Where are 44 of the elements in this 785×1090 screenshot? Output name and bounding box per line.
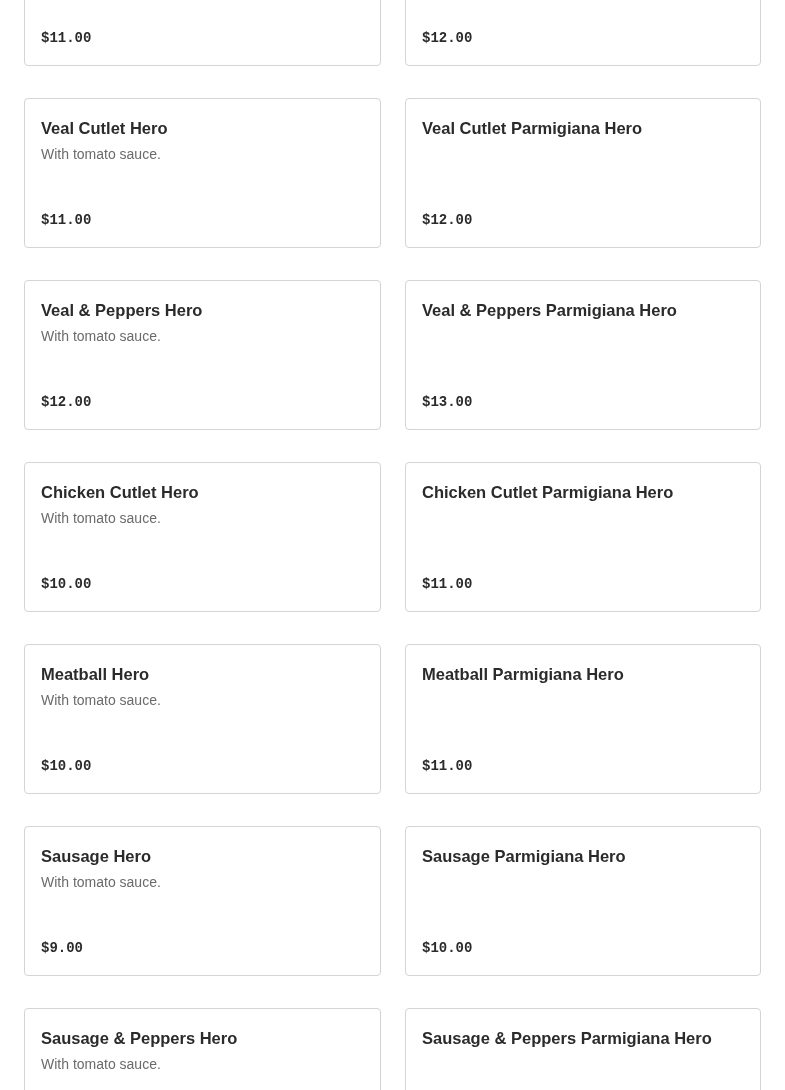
item-name: Meatball Parmigiana Hero: [422, 664, 625, 684]
item-price: $13.00: [422, 393, 474, 411]
item-price: $12.00: [422, 211, 474, 229]
item-name: Sausage & Peppers Parmigiana Hero: [422, 1028, 713, 1048]
menu-item-card[interactable]: Veal & Peppers Hero With tomato sauce. $12.00: [24, 280, 381, 430]
item-price: $10.00: [422, 939, 474, 957]
item-name: Veal Cutlet Hero: [41, 118, 169, 138]
item-price: $11.00: [422, 575, 474, 593]
menu-item-card[interactable]: Sausage Parmigiana Hero $10.00: [405, 826, 761, 976]
menu-item-card[interactable]: Veal & Peppers Parmigiana Hero $13.00: [405, 280, 761, 430]
item-description: With tomato sauce.: [41, 873, 162, 891]
item-name: Meatball Hero: [41, 664, 151, 684]
item-price: $11.00: [422, 757, 474, 775]
item-price: $12.00: [41, 393, 93, 411]
item-name: Chicken Cutlet Parmigiana Hero: [422, 482, 675, 502]
menu-item-card[interactable]: Chicken Cutlet Parmigiana Hero $11.00: [405, 462, 761, 612]
menu-item-card[interactable]: $11.00: [24, 0, 381, 66]
item-name: Veal Cutlet Parmigiana Hero: [422, 118, 644, 138]
item-name: Sausage Hero: [41, 846, 153, 866]
menu-item-card[interactable]: Sausage & Peppers Hero With tomato sauce.: [24, 1008, 381, 1090]
item-price: $10.00: [41, 757, 93, 775]
menu-item-card[interactable]: Veal Cutlet Hero With tomato sauce. $11.00: [24, 98, 381, 248]
item-name: Sausage & Peppers Hero: [41, 1028, 239, 1048]
menu-item-card[interactable]: Sausage Hero With tomato sauce. $9.00: [24, 826, 381, 976]
item-description: With tomato sauce.: [41, 145, 162, 163]
item-price: $12.00: [422, 29, 474, 47]
menu-item-card[interactable]: Sausage & Peppers Parmigiana Hero: [405, 1008, 761, 1090]
item-price: $11.00: [41, 211, 93, 229]
menu-item-card[interactable]: Chicken Cutlet Hero With tomato sauce. $10.00: [24, 462, 381, 612]
item-description: With tomato sauce.: [41, 509, 162, 527]
menu-item-card[interactable]: Meatball Hero With tomato sauce. $10.00: [24, 644, 381, 794]
item-name: Chicken Cutlet Hero: [41, 482, 200, 502]
item-name: Veal & Peppers Hero: [41, 300, 204, 320]
item-description: With tomato sauce.: [41, 327, 162, 345]
menu-item-card[interactable]: $12.00: [405, 0, 761, 66]
item-description: With tomato sauce.: [41, 1055, 162, 1073]
item-price: $9.00: [41, 939, 84, 957]
item-name: Sausage Parmigiana Hero: [422, 846, 627, 866]
menu-item-card[interactable]: Veal Cutlet Parmigiana Hero $12.00: [405, 98, 761, 248]
item-price: $11.00: [41, 29, 93, 47]
item-name: Veal & Peppers Parmigiana Hero: [422, 300, 678, 320]
item-description: With tomato sauce.: [41, 691, 162, 709]
menu-item-card[interactable]: Meatball Parmigiana Hero $11.00: [405, 644, 761, 794]
item-price: $10.00: [41, 575, 93, 593]
